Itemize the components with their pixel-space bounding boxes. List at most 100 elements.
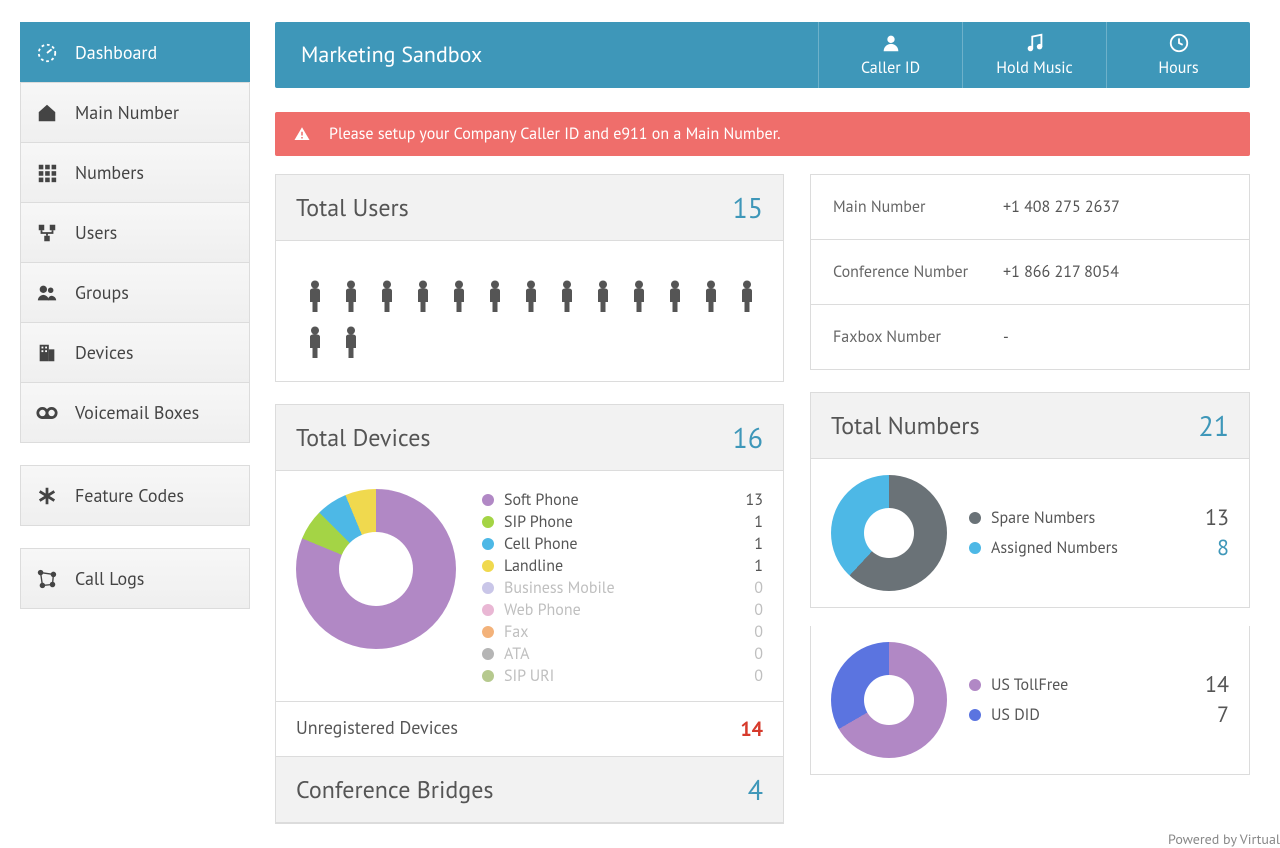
person-icon — [300, 277, 330, 317]
card-title: Total Users — [296, 192, 409, 223]
sidebar-item-label: Call Logs — [75, 567, 144, 590]
legend-item: ATA 0 — [482, 643, 763, 665]
legend-value: 13 — [733, 489, 763, 511]
building-icon — [35, 342, 59, 364]
topbar-hold-music-button[interactable]: Hold Music — [962, 22, 1106, 88]
sidebar-item-users[interactable]: Users — [20, 202, 250, 262]
topbar-btn-label: Hold Music — [996, 58, 1072, 78]
legend-swatch — [482, 670, 494, 682]
numbers-type-block: US TollFree 14 US DID 7 — [810, 626, 1250, 775]
legend-swatch — [482, 582, 494, 594]
legend-item: Assigned Numbers 8 — [969, 533, 1229, 563]
legend-item: Landline 1 — [482, 555, 763, 577]
alert-text: Please setup your Company Caller ID and … — [329, 124, 781, 144]
info-row: Main Number +1 408 275 2637 — [811, 175, 1249, 240]
sidebar-item-label: Groups — [75, 281, 129, 304]
person-icon — [444, 277, 474, 317]
info-value: +1 408 275 2637 — [1003, 197, 1120, 217]
sidebar-item-voicemail-boxes[interactable]: Voicemail Boxes — [20, 382, 250, 443]
card-title: Total Devices — [296, 422, 431, 453]
warning-icon — [293, 125, 311, 143]
legend-swatch — [969, 709, 981, 721]
music-icon — [1024, 32, 1046, 54]
users-icon-grid — [300, 277, 763, 363]
sidebar: Dashboard Main Number Numbers Users Grou… — [0, 0, 260, 631]
topbar-btn-label: Caller ID — [861, 58, 920, 78]
legend-value: 0 — [733, 577, 763, 599]
info-label: Faxbox Number — [833, 327, 1003, 347]
legend-label: Business Mobile — [504, 577, 615, 599]
info-label: Main Number — [833, 197, 1003, 217]
legend-swatch — [482, 538, 494, 550]
sidebar-item-call-logs[interactable]: Call Logs — [20, 548, 250, 609]
devices-legend: Soft Phone 13 SIP Phone 1 Cell Phone 1 L… — [482, 489, 763, 687]
sidebar-item-devices[interactable]: Devices — [20, 322, 250, 382]
sidebar-item-label: Devices — [75, 341, 133, 364]
card-title: Total Numbers — [831, 410, 980, 441]
legend-item: Soft Phone 13 — [482, 489, 763, 511]
users-count: 15 — [732, 189, 763, 226]
legend-value: 1 — [733, 555, 763, 577]
card-total-devices: Total Devices 16 Soft Phone 13 SIP Phone… — [275, 404, 784, 824]
numbers-type-legend: US TollFree 14 US DID 7 — [969, 670, 1229, 730]
user-tree-icon — [35, 222, 59, 244]
person-icon — [516, 277, 546, 317]
card-total-numbers-head: Total Numbers 21 — [810, 392, 1250, 458]
legend-value: 0 — [733, 665, 763, 687]
person-icon — [336, 277, 366, 317]
sidebar-item-feature-codes[interactable]: Feature Codes — [20, 465, 250, 526]
person-icon — [372, 277, 402, 317]
legend-item: Fax 0 — [482, 621, 763, 643]
card-title: Conference Bridges — [296, 774, 494, 805]
sidebar-item-groups[interactable]: Groups — [20, 262, 250, 322]
sidebar-item-dashboard[interactable]: Dashboard — [20, 22, 250, 82]
legend-swatch — [482, 648, 494, 660]
person-icon — [552, 277, 582, 317]
topbar-btn-label: Hours — [1158, 58, 1198, 78]
legend-item: Spare Numbers 13 — [969, 503, 1229, 533]
call-graph-icon — [35, 568, 59, 590]
topbar-hours-button[interactable]: Hours — [1106, 22, 1250, 88]
sidebar-item-label: Voicemail Boxes — [75, 401, 199, 424]
topbar-caller-id-button[interactable]: Caller ID — [818, 22, 962, 88]
legend-label: Fax — [504, 621, 528, 643]
conference-count: 4 — [748, 771, 763, 808]
legend-label: US TollFree — [991, 670, 1068, 700]
numbers-count: 21 — [1198, 407, 1229, 444]
gauge-icon — [35, 42, 59, 64]
numbers-allocation-legend: Spare Numbers 13 Assigned Numbers 8 — [969, 503, 1229, 563]
legend-item: Web Phone 0 — [482, 599, 763, 621]
sidebar-item-label: Users — [75, 221, 117, 244]
legend-label: Landline — [504, 555, 563, 577]
page-title: Marketing Sandbox — [275, 22, 818, 88]
legend-value: 14 — [1205, 670, 1229, 700]
legend-swatch — [482, 516, 494, 528]
sidebar-item-label: Main Number — [75, 101, 179, 124]
alert-banner: Please setup your Company Caller ID and … — [275, 112, 1250, 156]
legend-label: Spare Numbers — [991, 503, 1095, 533]
home-icon — [35, 102, 59, 124]
person-icon — [732, 277, 762, 317]
legend-label: Soft Phone — [504, 489, 579, 511]
legend-value: 1 — [733, 533, 763, 555]
legend-item: SIP URI 0 — [482, 665, 763, 687]
users-icon — [35, 282, 59, 304]
legend-swatch — [482, 626, 494, 638]
legend-value: 13 — [1205, 503, 1229, 533]
info-label: Conference Number — [833, 262, 1003, 282]
sidebar-item-main-number[interactable]: Main Number — [20, 82, 250, 142]
legend-value: 0 — [733, 621, 763, 643]
person-icon — [300, 323, 330, 363]
legend-label: ATA — [504, 643, 529, 665]
legend-swatch — [482, 560, 494, 572]
sidebar-item-numbers[interactable]: Numbers — [20, 142, 250, 202]
grid-icon — [35, 162, 59, 184]
legend-value: 7 — [1217, 700, 1229, 730]
person-icon — [880, 32, 902, 54]
legend-value: 0 — [733, 643, 763, 665]
legend-value: 8 — [1217, 533, 1229, 563]
numbers-allocation-donut — [831, 475, 947, 591]
legend-label: SIP Phone — [504, 511, 573, 533]
info-value: +1 866 217 8054 — [1003, 262, 1119, 282]
clock-icon — [1168, 32, 1190, 54]
